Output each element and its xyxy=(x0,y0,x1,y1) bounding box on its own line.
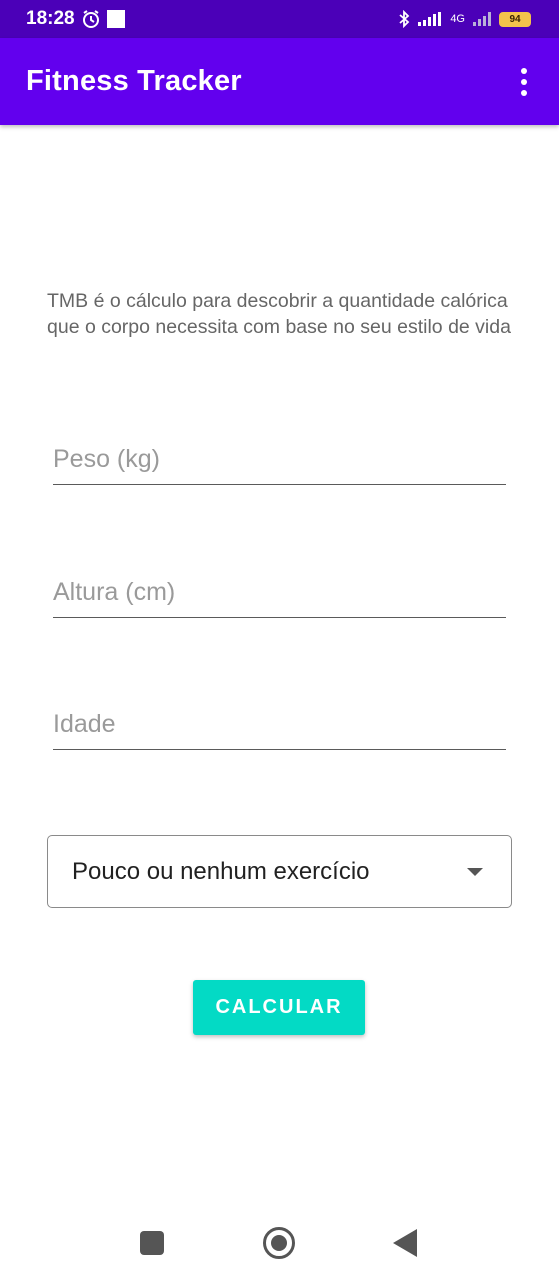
age-input[interactable] xyxy=(53,706,506,750)
height-input[interactable] xyxy=(53,574,506,618)
app-bar: Fitness Tracker xyxy=(0,38,559,125)
status-bar: 18:28 4G 94 xyxy=(0,0,559,38)
activity-level-value: Pouco ou nenhum exercício xyxy=(72,857,370,885)
description-text: TMB é o cálculo para descobrir a quantid… xyxy=(47,290,511,338)
overflow-dot xyxy=(521,89,527,96)
bluetooth-icon xyxy=(399,10,410,28)
signal-bars-icon xyxy=(418,12,442,26)
dropdown-arrow-icon xyxy=(467,867,483,876)
calculate-button[interactable]: CALCULAR xyxy=(193,980,365,1035)
alarm-clock-icon xyxy=(82,10,99,28)
status-time: 18:28 xyxy=(26,8,75,29)
status-right: 4G 94 xyxy=(398,10,531,28)
network-label: 4G xyxy=(450,13,465,25)
square-icon xyxy=(106,10,125,28)
overflow-dot xyxy=(521,67,527,74)
more-vert-icon[interactable] xyxy=(515,64,533,100)
circle-home-icon[interactable] xyxy=(263,1227,295,1259)
status-left: 18:28 xyxy=(26,8,125,30)
square-recents-icon[interactable] xyxy=(140,1231,164,1255)
triangle-back-icon[interactable] xyxy=(393,1229,417,1257)
overflow-dot xyxy=(521,78,527,85)
weight-input[interactable] xyxy=(53,441,506,485)
signal-bars-secondary-icon xyxy=(473,12,491,26)
battery-icon: 94 xyxy=(499,11,531,27)
app-title: Fitness Tracker xyxy=(26,65,242,97)
activity-level-select[interactable]: Pouco ou nenhum exercício xyxy=(47,835,512,908)
navigation-bar xyxy=(0,1205,559,1280)
